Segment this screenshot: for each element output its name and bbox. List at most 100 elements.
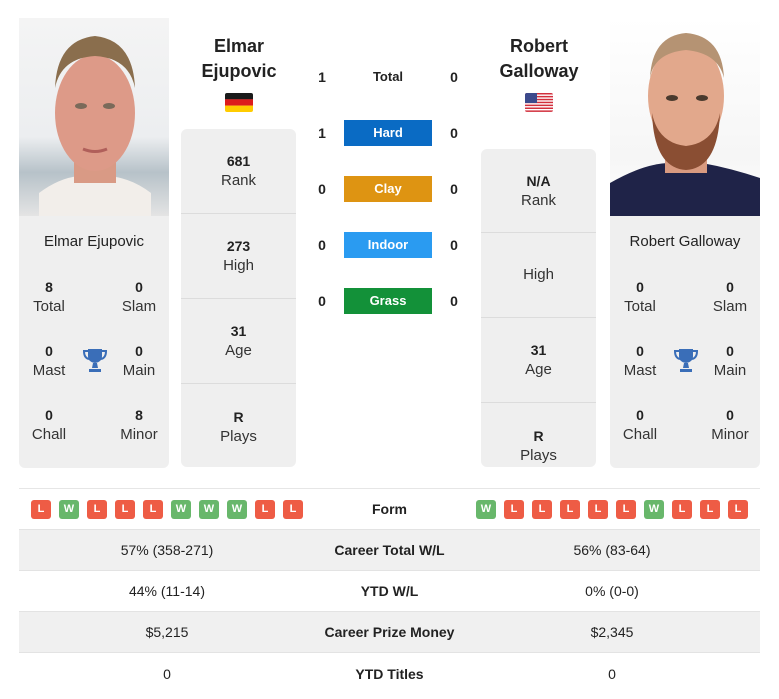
h2h-total-p1: 1 (318, 69, 326, 85)
h2h-grass-row: 0 Grass 0 (305, 288, 471, 314)
form-loss-badge[interactable]: L (700, 499, 720, 519)
player2-full-name[interactable]: Robert Galloway (610, 233, 760, 250)
player1-plays-label: Plays (220, 427, 257, 445)
player2-age-label: Age (525, 361, 552, 378)
player1-titles-card: Elmar Ejupovic 8 Total 0 Slam 0 Mast 0 M… (19, 216, 169, 468)
player2-total-label: Total (624, 298, 656, 315)
player1-titles-slam: 0 Slam (109, 277, 169, 317)
trophy-icon (82, 347, 108, 373)
h2h-indoor-row: 0 Indoor 0 (305, 232, 471, 258)
surface-clay-button[interactable]: Clay (344, 176, 432, 202)
player2-rank-value: N/A (526, 172, 551, 189)
player1-slam-label: Slam (121, 298, 157, 315)
player2-form: WLLLLLWLLL (464, 499, 760, 519)
surface-grass-button[interactable]: Grass (344, 288, 432, 314)
player2-main-value: 0 (726, 343, 734, 359)
form-win-badge[interactable]: W (644, 499, 664, 519)
form-label: Form (372, 501, 407, 517)
player2-career-wl: 56% (83-64) (573, 542, 651, 558)
player2-name[interactable]: Robert Galloway (464, 34, 614, 84)
table-row: 57% (358-271) Career Total W/L 56% (83-6… (19, 530, 760, 571)
form-loss-badge[interactable]: L (728, 499, 748, 519)
player2-mast-label: Mast (623, 362, 657, 379)
player2-total-value: 0 (636, 279, 644, 295)
player2-first-name: Robert (510, 36, 568, 56)
h2h-hard-row: 1 Hard 0 (305, 120, 471, 146)
form-win-badge[interactable]: W (476, 499, 496, 519)
player1-first-name: Elmar (213, 36, 265, 56)
form-loss-badge[interactable]: L (143, 499, 163, 519)
player1-last-name: Ejupovic (201, 61, 277, 81)
h2h-grass-p2: 0 (450, 293, 458, 309)
form-win-badge[interactable]: W (59, 499, 79, 519)
player2-high-label: High (523, 266, 554, 283)
player2-mast-value: 0 (636, 343, 644, 359)
player1-rank: 681 Rank (181, 129, 296, 214)
player2-plays-value: R (533, 427, 544, 444)
player1-minor-value: 8 (135, 407, 143, 423)
player1-form: LWLLLWWWLL (19, 499, 315, 519)
h2h-total-label: Total (372, 69, 404, 84)
form-win-badge[interactable]: W (171, 499, 191, 519)
player1-high-value: 273 (226, 238, 251, 254)
player2-minor-label: Minor (711, 426, 749, 443)
h2h-indoor-p2: 0 (450, 237, 458, 253)
player2-titles-main: 0 Main (700, 341, 760, 381)
player1-ytd-titles: 0 (163, 665, 171, 682)
player2-photo (610, 18, 760, 216)
form-loss-badge[interactable]: L (560, 499, 580, 519)
trophy-icon (673, 347, 699, 373)
h2h-clay-p1: 0 (318, 181, 326, 197)
player2-slam-value: 0 (726, 279, 734, 295)
form-row: LWLLLWWWLL Form WLLLLLWLLL (19, 489, 760, 530)
player2-plays: R Plays (481, 403, 596, 488)
player1-age: 31 Age (181, 299, 296, 384)
form-loss-badge[interactable]: L (504, 499, 524, 519)
form-loss-badge[interactable]: L (255, 499, 275, 519)
player1-age-label: Age (225, 342, 252, 359)
player1-career-wl: 57% (358-271) (120, 542, 214, 558)
player1-mast-value: 0 (45, 343, 53, 359)
player1-main-value: 0 (135, 343, 143, 359)
h2h-grass-p1: 0 (318, 293, 326, 309)
h2h-clay-row: 0 Clay 0 (305, 176, 471, 202)
player1-total-value: 8 (45, 279, 53, 295)
form-win-badge[interactable]: W (199, 499, 219, 519)
player1-full-name[interactable]: Elmar Ejupovic (19, 233, 169, 250)
player1-chall-label: Chall (31, 426, 67, 443)
surface-hard-button[interactable]: Hard (344, 120, 432, 146)
form-loss-badge[interactable]: L (532, 499, 552, 519)
player2-rank-label: Rank (520, 191, 557, 209)
form-loss-badge[interactable]: L (115, 499, 135, 519)
player2-plays-label: Plays (520, 446, 557, 464)
comparison-table: LWLLLWWWLL Form WLLLLLWLLL 57% (358-271)… (19, 488, 760, 694)
form-loss-badge[interactable]: L (283, 499, 303, 519)
form-loss-badge[interactable]: L (588, 499, 608, 519)
player1-plays: R Plays (181, 384, 296, 469)
player2-age-value: 31 (530, 342, 547, 358)
form-loss-badge[interactable]: L (616, 499, 636, 519)
player1-total-label: Total (33, 298, 65, 315)
form-loss-badge[interactable]: L (87, 499, 107, 519)
form-win-badge[interactable]: W (227, 499, 247, 519)
player1-rank-value: 681 (226, 153, 251, 169)
surface-indoor-button[interactable]: Indoor (344, 232, 432, 258)
table-row: $5,215 Career Prize Money $2,345 (19, 612, 760, 653)
player1-rank-label: Rank (220, 172, 257, 189)
player2-titles-minor: 0 Minor (700, 405, 760, 445)
form-loss-badge[interactable]: L (31, 499, 51, 519)
player1-high: 273 High (181, 214, 296, 299)
player1-titles-mast: 0 Mast (19, 341, 79, 381)
player1-age-value: 31 (230, 323, 247, 339)
player2-last-name: Galloway (499, 61, 579, 81)
player1-main-label: Main (122, 362, 156, 379)
player1-titles-main: 0 Main (109, 341, 169, 381)
player1-plays-value: R (233, 408, 244, 425)
player1-titles-chall: 0 Chall (19, 405, 79, 445)
player1-photo (19, 18, 169, 216)
germany-flag-icon (225, 93, 253, 112)
player2-titles-mast: 0 Mast (610, 341, 670, 381)
player1-name[interactable]: Elmar Ejupovic (164, 34, 314, 84)
ytd-titles-label: YTD Titles (355, 665, 424, 682)
form-loss-badge[interactable]: L (672, 499, 692, 519)
